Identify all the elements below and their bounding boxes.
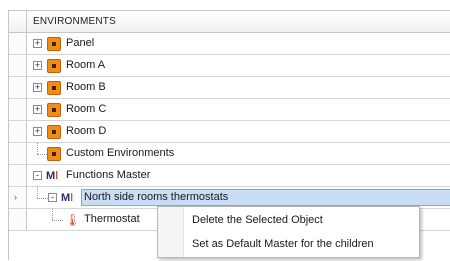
tree-item-label[interactable]: Room B <box>66 81 106 93</box>
tree-connector <box>37 154 47 155</box>
tree-item-label[interactable]: Panel <box>66 37 94 49</box>
tree-cell[interactable]: - Mǀ North side rooms thermostats <box>28 187 450 208</box>
row-header[interactable] <box>9 99 27 120</box>
tree-cell[interactable]: - Mǀ Functions Master <box>28 165 450 186</box>
expand-icon[interactable]: + <box>33 126 42 136</box>
menu-icon-gutter <box>158 207 184 257</box>
tree-row-functions-master[interactable]: - Mǀ Functions Master <box>9 165 450 187</box>
functions-master-icon: Mǀ <box>61 192 74 204</box>
tree-item-label[interactable]: North side rooms thermostats <box>84 191 228 203</box>
grid-header: ENVIRONMENTS <box>9 11 450 33</box>
tree-connector <box>52 209 53 220</box>
row-header[interactable]: › <box>9 187 27 208</box>
tree-cell[interactable]: + Room A <box>28 55 450 76</box>
menu-item-set-default-master[interactable]: Set as Default Master for the children <box>192 235 374 253</box>
tree-row-panel[interactable]: + Panel <box>9 33 450 55</box>
environment-node-icon <box>47 147 61 161</box>
tree-connector <box>37 143 38 154</box>
environment-node-icon <box>47 37 61 51</box>
tree-row-room-c[interactable]: + Room C <box>9 99 450 121</box>
tree-row-room-b[interactable]: + Room B <box>9 77 450 99</box>
tree-connector <box>37 187 38 198</box>
tree-item-label[interactable]: Custom Environments <box>66 147 174 159</box>
thermometer-icon: 🌡 <box>65 213 81 227</box>
collapse-icon[interactable]: - <box>33 170 42 180</box>
environment-node-icon <box>47 59 61 73</box>
row-header-corner <box>9 11 27 32</box>
current-row-indicator-icon: › <box>14 192 17 202</box>
environment-node-icon <box>47 103 61 117</box>
row-header[interactable] <box>9 77 27 98</box>
tree-item-label[interactable]: Room C <box>66 103 106 115</box>
tree-cell[interactable]: + Room B <box>28 77 450 98</box>
tree-cell[interactable]: + Room C <box>28 99 450 120</box>
expand-icon[interactable]: + <box>33 60 42 70</box>
tree-item-label[interactable]: Thermostat <box>84 213 140 225</box>
row-header[interactable] <box>9 143 27 164</box>
collapse-icon[interactable]: - <box>48 192 57 202</box>
row-header[interactable] <box>9 165 27 186</box>
expand-icon[interactable]: + <box>33 38 42 48</box>
tree-item-label[interactable]: Room D <box>66 125 106 137</box>
context-menu: Delete the Selected Object Set as Defaul… <box>157 206 420 258</box>
menu-item-delete-selected-object[interactable]: Delete the Selected Object <box>192 211 323 229</box>
row-header[interactable] <box>9 33 27 54</box>
tree-cell[interactable]: + Room D <box>28 121 450 142</box>
tree-connector <box>37 198 48 199</box>
tree-row-custom-environments[interactable]: Custom Environments <box>9 143 450 165</box>
environment-node-icon <box>47 125 61 139</box>
tree-row-room-d[interactable]: + Room D <box>9 121 450 143</box>
row-header[interactable] <box>9 209 27 230</box>
tree-item-label[interactable]: Room A <box>66 59 105 71</box>
tree-item-label[interactable]: Functions Master <box>66 169 150 181</box>
tree-row-room-a[interactable]: + Room A <box>9 55 450 77</box>
environment-node-icon <box>47 81 61 95</box>
row-header[interactable] <box>9 121 27 142</box>
expand-icon[interactable]: + <box>33 82 42 92</box>
functions-master-icon: Mǀ <box>46 170 59 182</box>
expand-icon[interactable]: + <box>33 104 42 114</box>
tree-cell[interactable]: Custom Environments <box>28 143 450 164</box>
column-header-environments[interactable]: ENVIRONMENTS <box>33 16 116 27</box>
row-header[interactable] <box>9 55 27 76</box>
tree-connector <box>52 220 63 221</box>
tree-cell[interactable]: + Panel <box>28 33 450 54</box>
